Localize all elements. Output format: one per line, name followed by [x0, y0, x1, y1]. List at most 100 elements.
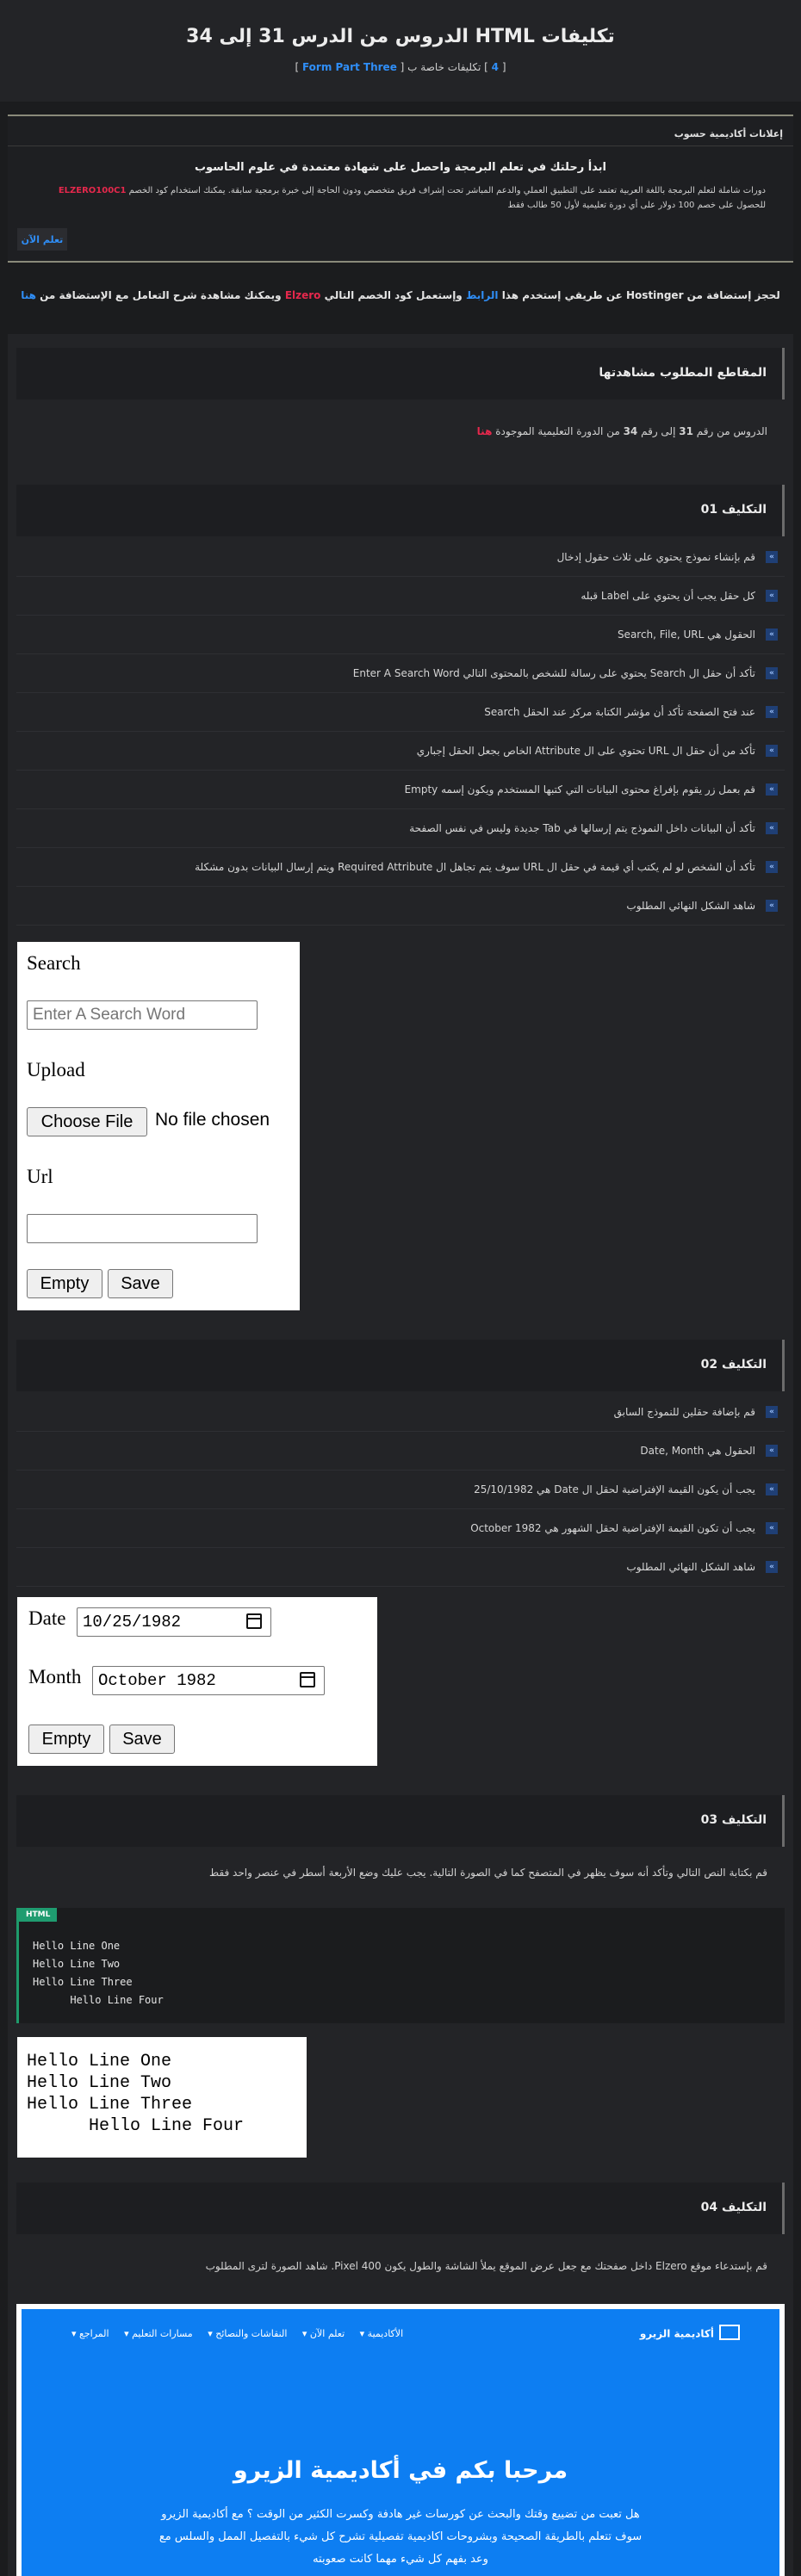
- task-item: » قم بإضافة حقلين للنموذج السابق: [16, 1393, 785, 1432]
- task-item-text: الحقول هي Search, File, URL: [617, 629, 755, 641]
- calendar-icon[interactable]: [246, 1613, 262, 1629]
- task-item-text: عند فتح الصفحة تأكد أن مؤشر الكتابة مركز…: [484, 706, 755, 718]
- task-item: » تأكد من أن حقل ال URL تحتوي على ال Attr…: [16, 732, 785, 771]
- task1-title: التكليف 01: [700, 503, 767, 517]
- hosting-code: Elzero: [284, 289, 321, 301]
- double-chevron-icon: »: [766, 900, 778, 912]
- task-item: » شاهد الشكل النهائي المطلوب: [16, 887, 785, 926]
- task-item: » الحقول هي Search, File, URL: [16, 616, 785, 654]
- task-item-text: تأكد أن البيانات داخل النموذج يتم إرساله…: [409, 822, 755, 834]
- task4-title: التكليف 04: [700, 2201, 767, 2214]
- double-chevron-icon: »: [766, 1406, 778, 1418]
- code-language-tag: HTML: [19, 1908, 58, 1922]
- task-item-text: قم بإنشاء نموذج يحتوي على ثلاث حقول إدخا…: [556, 551, 755, 563]
- double-chevron-icon: »: [766, 1522, 778, 1534]
- double-chevron-icon: »: [766, 590, 778, 602]
- main-panel: المقاطع المطلوب مشاهدتها الدروس من رقم 3…: [8, 334, 793, 2576]
- code-content: Hello Line One Hello Line Two Hello Line…: [33, 1940, 164, 2006]
- page-header: تكليفات HTML الدروس من الدرس 31 إلى 34 […: [0, 0, 801, 102]
- task-item-text: شاهد الشكل النهائي المطلوب: [626, 900, 755, 912]
- site-heading: مرحبا بكم في أكاديمية الزيرو: [233, 2457, 568, 2484]
- hosting-link[interactable]: الرابط: [466, 289, 499, 301]
- month-input[interactable]: October 1982: [92, 1666, 325, 1695]
- assignment-count: 4: [491, 61, 500, 73]
- nav-item[interactable]: تعلم الآن ▾: [302, 2328, 345, 2339]
- double-chevron-icon: »: [766, 1561, 778, 1573]
- logo-icon: [719, 2325, 740, 2340]
- task-item: » قم بعمل زر يقوم بإفراغ محتوى البيانات ا…: [16, 771, 785, 809]
- task-item: » يجب أن تكون القيمة الإفتراضية لحقل الشه…: [16, 1509, 785, 1548]
- hosting-tutorial-link[interactable]: هنا: [21, 289, 36, 301]
- task-item-text: كل حقل يجب أن يحتوي على Label قبله: [581, 590, 755, 602]
- file-status: No file chosen: [155, 1110, 270, 1130]
- url-label: Url: [27, 1166, 53, 1187]
- task-item-text: تأكد أن الشخص لو لم يكتب أي قيمة في حقل …: [195, 861, 755, 873]
- embedded-site: أكاديمية الزيرو الأكاديمية ▾ تعلم الآن ▾…: [22, 2309, 779, 2576]
- task-item: » تأكد أن الشخص لو لم يكتب أي قيمة في حقل…: [16, 848, 785, 887]
- double-chevron-icon: »: [766, 551, 778, 563]
- choose-file-button[interactable]: Choose File: [27, 1107, 147, 1136]
- task2-header: التكليف 02: [16, 1340, 785, 1391]
- task-item-text: يجب أن يكون القيمة الإفتراضية لحقل ال Da…: [474, 1483, 755, 1495]
- task3-text: قم بكتابة النص التالي وتأكد أنه سوف يظهر…: [209, 1867, 767, 1879]
- nav-item[interactable]: مسارات التعليم ▾: [124, 2328, 193, 2339]
- search-label: Search: [27, 952, 81, 974]
- preformatted-output: Hello Line One Hello Line Two Hello Line…: [27, 2052, 245, 2136]
- double-chevron-icon: »: [766, 861, 778, 873]
- double-chevron-icon: »: [766, 745, 778, 757]
- upload-label: Upload: [27, 1059, 85, 1081]
- save-button[interactable]: Save: [108, 1269, 173, 1298]
- date-label: Date: [28, 1607, 66, 1629]
- code-block: HTML Hello Line One Hello Line Two Hello…: [16, 1908, 785, 2023]
- page-title: تكليفات HTML الدروس من الدرس 31 إلى 34: [186, 26, 615, 47]
- course-link[interactable]: هنا: [477, 425, 493, 437]
- task-item-text: قم بعمل زر يقوم بإفراغ محتوى البيانات ال…: [404, 783, 755, 796]
- month-label: Month: [28, 1666, 82, 1687]
- empty-button[interactable]: Empty: [28, 1725, 104, 1754]
- task-item: » الحقول هي Date, Month: [16, 1432, 785, 1471]
- task3-title: التكليف 03: [700, 1813, 767, 1827]
- task-item: » عند فتح الصفحة تأكد أن مؤشر الكتابة مرك…: [16, 693, 785, 732]
- task3-demo: Hello Line One Hello Line Two Hello Line…: [17, 2037, 307, 2158]
- learn-now-button[interactable]: تعلم الآن: [17, 228, 67, 251]
- videos-section-title: المقاطع المطلوب مشاهدتها: [599, 366, 767, 380]
- url-input[interactable]: [27, 1214, 258, 1243]
- double-chevron-icon: »: [766, 783, 778, 796]
- task-item-text: تأكد من أن حقل ال URL تحتوي على ال Attri…: [416, 745, 755, 757]
- search-input[interactable]: Enter A Search Word: [27, 1000, 258, 1030]
- task-item: » تأكد أن البيانات داخل النموذج يتم إرسال…: [16, 809, 785, 848]
- task2-title: التكليف 02: [700, 1358, 767, 1372]
- task3-header: التكليف 03: [16, 1795, 785, 1847]
- task-item: » كل حقل يجب أن يحتوي على Label قبله: [16, 577, 785, 616]
- calendar-icon[interactable]: [300, 1672, 315, 1687]
- site-intro: هل تعبت من تضييع وقتك والبحث عن كورسات غ…: [158, 2508, 643, 2566]
- double-chevron-icon: »: [766, 1445, 778, 1457]
- task1-header: التكليف 01: [16, 485, 785, 536]
- task1-demo: Search Enter A Search Word Upload Choose…: [17, 942, 300, 1310]
- ads-title: إعلانات أكاديمية حسوب: [674, 128, 783, 139]
- nav-item[interactable]: النقاشات والنصائح ▾: [208, 2328, 287, 2339]
- ads-headline: ابدأ رحلتك في تعلم البرمجة واحصل على شها…: [194, 161, 607, 174]
- task-item-text: قم بإضافة حقلين للنموذج السابق: [613, 1406, 755, 1418]
- date-input[interactable]: 10/25/1982: [77, 1607, 271, 1637]
- part-link[interactable]: Form Part Three: [302, 61, 397, 73]
- nav-item[interactable]: المراجع ▾: [71, 2328, 109, 2339]
- double-chevron-icon: »: [766, 706, 778, 718]
- task-item: » تأكد أن حقل ال Search يحتوي على رسالة ل…: [16, 654, 785, 693]
- empty-button[interactable]: Empty: [27, 1269, 102, 1298]
- page-subtitle: [ 4 ] تكليفات خاصة ب [ Form Part Three ]: [295, 61, 506, 73]
- site-logo[interactable]: أكاديمية الزيرو: [640, 2325, 740, 2342]
- task4-header: التكليف 04: [16, 2183, 785, 2234]
- task-item: » قم بإنشاء نموذج يحتوي على ثلاث حقول إدخ…: [16, 538, 785, 577]
- task-item: » شاهد الشكل النهائي المطلوب: [16, 1548, 785, 1587]
- ads-description: دورات شاملة لتعلم البرمجة باللغة العربية…: [58, 186, 766, 210]
- nav-item[interactable]: الأكاديمية ▾: [360, 2328, 403, 2339]
- videos-section-header: المقاطع المطلوب مشاهدتها: [16, 348, 785, 399]
- task-item-text: يجب أن تكون القيمة الإفتراضية لحقل الشهو…: [470, 1522, 755, 1534]
- save-button[interactable]: Save: [109, 1725, 175, 1754]
- videos-text: الدروس من رقم 31 إلى رقم 34 من الدورة ال…: [476, 425, 767, 437]
- task1-list: » قم بإنشاء نموذج يحتوي على ثلاث حقول إدخ…: [16, 538, 785, 926]
- double-chevron-icon: »: [766, 667, 778, 679]
- task4-text: قم بإستدعاء موقع Elzero داخل صفحتك مع جع…: [205, 2260, 767, 2272]
- double-chevron-icon: »: [766, 822, 778, 834]
